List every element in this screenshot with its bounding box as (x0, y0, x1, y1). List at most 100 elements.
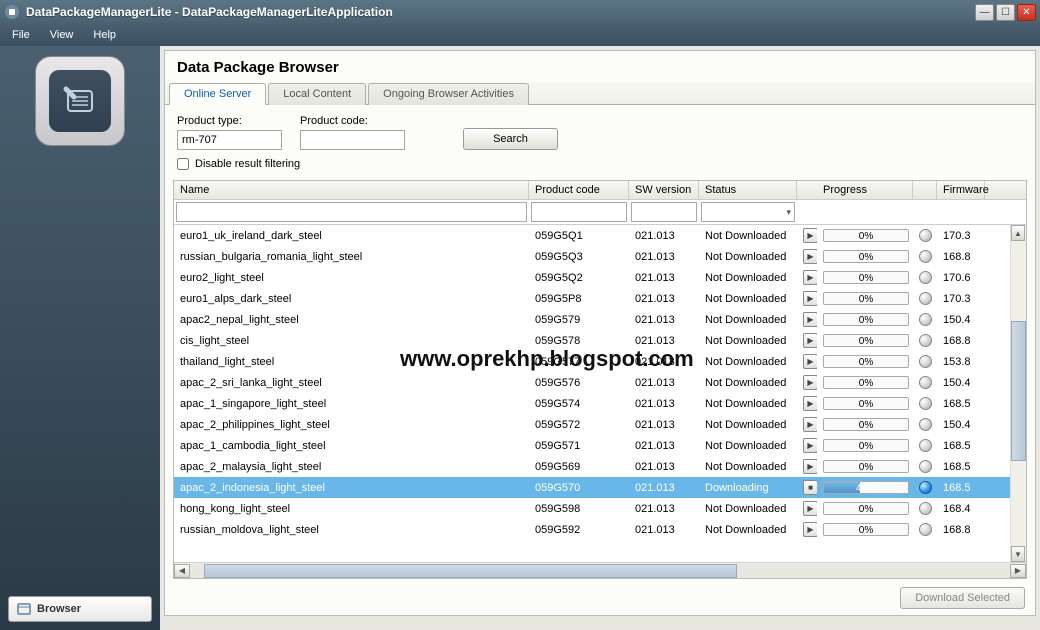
play-icon[interactable]: ▶ (803, 501, 817, 516)
minimize-button[interactable]: — (975, 4, 994, 21)
vertical-scroll-thumb[interactable] (1011, 321, 1026, 461)
menu-view[interactable]: View (50, 29, 74, 41)
play-icon[interactable]: ▶ (803, 333, 817, 348)
menu-help[interactable]: Help (93, 29, 116, 41)
cell-status: Not Downloaded (699, 356, 797, 368)
cell-led (913, 481, 937, 494)
table-row[interactable]: apac_1_singapore_light_steel 059G574 021… (174, 393, 1026, 414)
disable-filter-checkbox[interactable] (177, 158, 189, 170)
cell-code: 059G577 (529, 356, 629, 368)
table-row[interactable]: apac2_nepal_light_steel 059G579 021.013 … (174, 309, 1026, 330)
horizontal-scrollbar[interactable]: ◀ ▶ (174, 562, 1026, 578)
app-icon (4, 4, 20, 20)
cell-led (913, 418, 937, 431)
play-icon[interactable]: ▶ (803, 375, 817, 390)
cell-code: 059G5Q1 (529, 230, 629, 242)
scroll-down-icon[interactable]: ▼ (1011, 546, 1025, 562)
results-grid: Name Product code SW version Status Prog… (173, 180, 1027, 579)
play-icon[interactable]: ▶ (803, 354, 817, 369)
scroll-up-icon[interactable]: ▲ (1011, 225, 1025, 241)
header-sw-version[interactable]: SW version (629, 181, 699, 199)
download-selected-button[interactable]: Download Selected (900, 587, 1025, 609)
cell-action: ▶ (797, 354, 817, 369)
filter-code-input[interactable] (531, 202, 627, 222)
cell-action: ■ (797, 480, 817, 495)
play-icon[interactable]: ▶ (803, 417, 817, 432)
vertical-scrollbar[interactable]: ▲ ▼ (1010, 225, 1026, 562)
table-row[interactable]: euro1_uk_ireland_dark_steel 059G5Q1 021.… (174, 225, 1026, 246)
cell-name: hong_kong_light_steel (174, 503, 529, 515)
cell-name: thailand_light_steel (174, 356, 529, 368)
cell-firmware: 150.4 (937, 419, 985, 431)
sidebar-app-icon (35, 56, 125, 146)
cell-action: ▶ (797, 291, 817, 306)
play-icon[interactable]: ▶ (803, 459, 817, 474)
header-product-code[interactable]: Product code (529, 181, 629, 199)
cell-name: apac2_nepal_light_steel (174, 314, 529, 326)
play-icon[interactable]: ▶ (803, 249, 817, 264)
table-row[interactable]: russian_bulgaria_romania_light_steel 059… (174, 246, 1026, 267)
header-status[interactable]: Status (699, 181, 797, 199)
play-icon[interactable]: ▶ (803, 312, 817, 327)
table-row[interactable]: apac_2_indonesia_light_steel 059G570 021… (174, 477, 1026, 498)
play-icon[interactable]: ▶ (803, 291, 817, 306)
header-name[interactable]: Name (174, 181, 529, 199)
cell-name: euro1_uk_ireland_dark_steel (174, 230, 529, 242)
table-row[interactable]: apac_1_cambodia_light_steel 059G571 021.… (174, 435, 1026, 456)
play-icon[interactable]: ▶ (803, 396, 817, 411)
tab-ongoing-activities[interactable]: Ongoing Browser Activities (368, 83, 529, 105)
cell-action: ▶ (797, 333, 817, 348)
header-firmware[interactable]: Firmware (937, 181, 985, 199)
table-row[interactable]: euro1_alps_dark_steel 059G5P8 021.013 No… (174, 288, 1026, 309)
browser-button[interactable]: Browser (8, 596, 152, 622)
table-row[interactable]: apac_2_philippines_light_steel 059G572 0… (174, 414, 1026, 435)
table-row[interactable]: apac_2_malaysia_light_steel 059G569 021.… (174, 456, 1026, 477)
close-button[interactable]: ✕ (1017, 4, 1036, 21)
status-led-icon (919, 481, 932, 494)
product-code-label: Product code: (300, 115, 405, 127)
scroll-right-icon[interactable]: ▶ (1010, 564, 1026, 578)
cell-action: ▶ (797, 270, 817, 285)
product-code-input[interactable] (300, 130, 405, 150)
cell-name: euro1_alps_dark_steel (174, 293, 529, 305)
cell-code: 059G598 (529, 503, 629, 515)
play-icon[interactable]: ▶ (803, 270, 817, 285)
menu-file[interactable]: File (12, 29, 30, 41)
table-row[interactable]: apac_2_sri_lanka_light_steel 059G576 021… (174, 372, 1026, 393)
cell-led (913, 376, 937, 389)
horizontal-scroll-thumb[interactable] (204, 564, 737, 578)
browser-icon (17, 602, 31, 616)
cell-code: 059G579 (529, 314, 629, 326)
cell-led (913, 292, 937, 305)
table-row[interactable]: hong_kong_light_steel 059G598 021.013 No… (174, 498, 1026, 519)
cell-sw: 021.013 (629, 230, 699, 242)
filter-status-select[interactable] (701, 202, 795, 222)
cell-status: Not Downloaded (699, 314, 797, 326)
search-button[interactable]: Search (463, 128, 558, 150)
table-row[interactable]: euro2_light_steel 059G5Q2 021.013 Not Do… (174, 267, 1026, 288)
disable-filter-label: Disable result filtering (195, 158, 300, 170)
table-row[interactable]: thailand_light_steel 059G577 021.013 Not… (174, 351, 1026, 372)
filter-sw-input[interactable] (631, 202, 697, 222)
table-row[interactable]: cis_light_steel 059G578 021.013 Not Down… (174, 330, 1026, 351)
maximize-button[interactable]: ☐ (996, 4, 1015, 21)
status-led-icon (919, 439, 932, 452)
play-icon[interactable]: ■ (803, 480, 817, 495)
product-type-input[interactable] (177, 130, 282, 150)
cell-status: Not Downloaded (699, 377, 797, 389)
tab-online-server[interactable]: Online Server (169, 83, 266, 105)
filter-name-input[interactable] (176, 202, 527, 222)
cell-status: Not Downloaded (699, 398, 797, 410)
cell-sw: 021.013 (629, 335, 699, 347)
cell-action: ▶ (797, 249, 817, 264)
play-icon[interactable]: ▶ (803, 438, 817, 453)
cell-led (913, 250, 937, 263)
play-icon[interactable]: ▶ (803, 522, 817, 537)
tab-local-content[interactable]: Local Content (268, 83, 366, 105)
cell-status: Not Downloaded (699, 461, 797, 473)
header-progress[interactable]: Progress (817, 181, 913, 199)
table-row[interactable]: russian_moldova_light_steel 059G592 021.… (174, 519, 1026, 540)
menubar: File View Help (0, 24, 1040, 46)
scroll-left-icon[interactable]: ◀ (174, 564, 190, 578)
play-icon[interactable]: ▶ (803, 228, 817, 243)
